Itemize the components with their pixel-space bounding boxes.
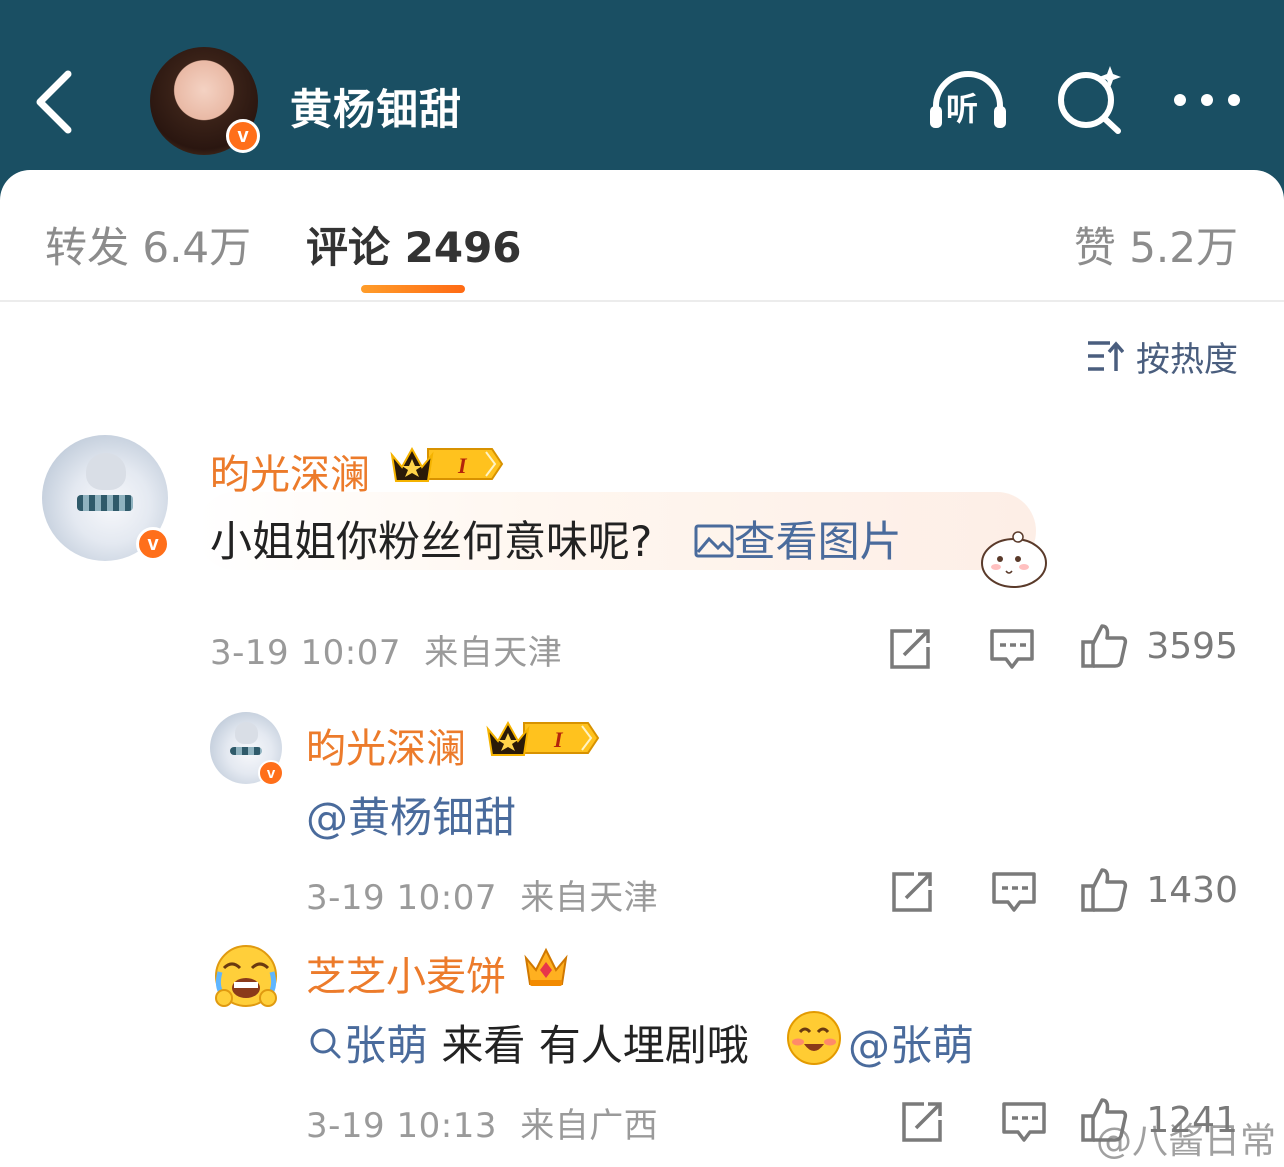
- crown-level-badge-icon: I: [390, 446, 504, 482]
- reply-username[interactable]: 昀光深澜: [306, 716, 466, 774]
- tab-comment[interactable]: 评论 2496: [306, 214, 522, 275]
- view-image-link[interactable]: 查看图片: [694, 517, 902, 566]
- reply-location: 来自天津: [520, 878, 659, 918]
- watermark: @八酱日常: [1096, 1121, 1277, 1162]
- reply-icon[interactable]: [1000, 1098, 1048, 1146]
- crown-level-badge-icon: I: [486, 720, 600, 756]
- more-icon[interactable]: [1172, 86, 1242, 114]
- reply-avatar-emoji[interactable]: [210, 938, 282, 1010]
- thumbs-up-icon: [1081, 624, 1128, 668]
- reply-icon[interactable]: [988, 625, 1036, 673]
- listen-label: 听: [946, 90, 979, 128]
- commenter-avatar[interactable]: v: [42, 435, 170, 561]
- comments-panel: 转发 6.4万 评论 2496 赞 5.2万 按热度 v 昀光深澜 I 小姐姐你…: [0, 170, 1284, 1167]
- comment-time: 3-19 10:07: [210, 633, 401, 673]
- comment-meta: 3-19 10:07 来自天津: [210, 625, 562, 674]
- sticker-image: [981, 531, 1047, 588]
- repost-icon[interactable]: [886, 625, 934, 673]
- like-count: 1430: [1146, 869, 1238, 911]
- like-button[interactable]: 3595: [1080, 622, 1238, 670]
- reply-time: 3-19 10:13: [306, 1106, 497, 1146]
- reply-meta: 3-19 10:13 来自广西: [306, 1098, 658, 1147]
- reply-mention-link[interactable]: @黄杨钿甜: [306, 784, 516, 845]
- search-icon: [310, 1028, 341, 1059]
- back-icon[interactable]: [30, 68, 82, 136]
- like-button[interactable]: 1430: [1080, 866, 1238, 914]
- reply-mention-link[interactable]: @张萌: [848, 1012, 974, 1073]
- reply-username[interactable]: 芝芝小麦饼: [306, 944, 506, 1002]
- tab-repost[interactable]: 转发 6.4万: [45, 214, 251, 275]
- comment-location: 来自天津: [424, 633, 563, 673]
- topic-search-link[interactable]: 张萌: [306, 1021, 441, 1070]
- reply-body: 张萌 来看 有人埋剧哦: [306, 1012, 749, 1073]
- verified-badge-icon: v: [226, 119, 260, 153]
- comment-body: 小姐姐你粉丝何意味呢? 查看图片: [210, 508, 902, 569]
- reply-meta: 3-19 10:07 来自天津: [306, 870, 658, 919]
- reply-time: 3-19 10:07: [306, 878, 497, 918]
- reply-text: 来看 有人埋剧哦: [441, 1021, 749, 1070]
- reply-avatar[interactable]: v: [210, 712, 284, 786]
- sort-by-heat-button[interactable]: 按热度: [1086, 334, 1238, 380]
- like-count: 3595: [1146, 625, 1238, 667]
- crown-badge-icon: [524, 947, 568, 986]
- badge-level: I: [457, 453, 468, 478]
- active-tab-indicator: [361, 285, 465, 293]
- sort-icon: [1088, 341, 1124, 371]
- verified-badge-icon: v: [136, 527, 170, 561]
- thumbs-up-icon: [1081, 868, 1128, 912]
- verified-badge-icon: v: [258, 760, 284, 786]
- repost-icon[interactable]: [888, 868, 936, 916]
- image-icon: [694, 524, 734, 558]
- comment-text: 小姐姐你粉丝何意味呢?: [210, 517, 653, 566]
- tab-bar: 转发 6.4万 评论 2496 赞 5.2万: [0, 170, 1284, 302]
- reply-icon[interactable]: [990, 868, 1038, 916]
- badge-level: I: [553, 727, 564, 752]
- tab-like[interactable]: 赞 5.2万: [1074, 214, 1238, 275]
- smile-emoji-icon: [787, 1011, 841, 1065]
- profile-avatar[interactable]: v: [150, 47, 260, 155]
- search-icon[interactable]: [1054, 64, 1124, 134]
- reply-location: 来自广西: [520, 1106, 659, 1146]
- repost-icon[interactable]: [898, 1098, 946, 1146]
- sort-label: 按热度: [1136, 339, 1238, 380]
- profile-name[interactable]: 黄杨钿甜: [290, 76, 462, 137]
